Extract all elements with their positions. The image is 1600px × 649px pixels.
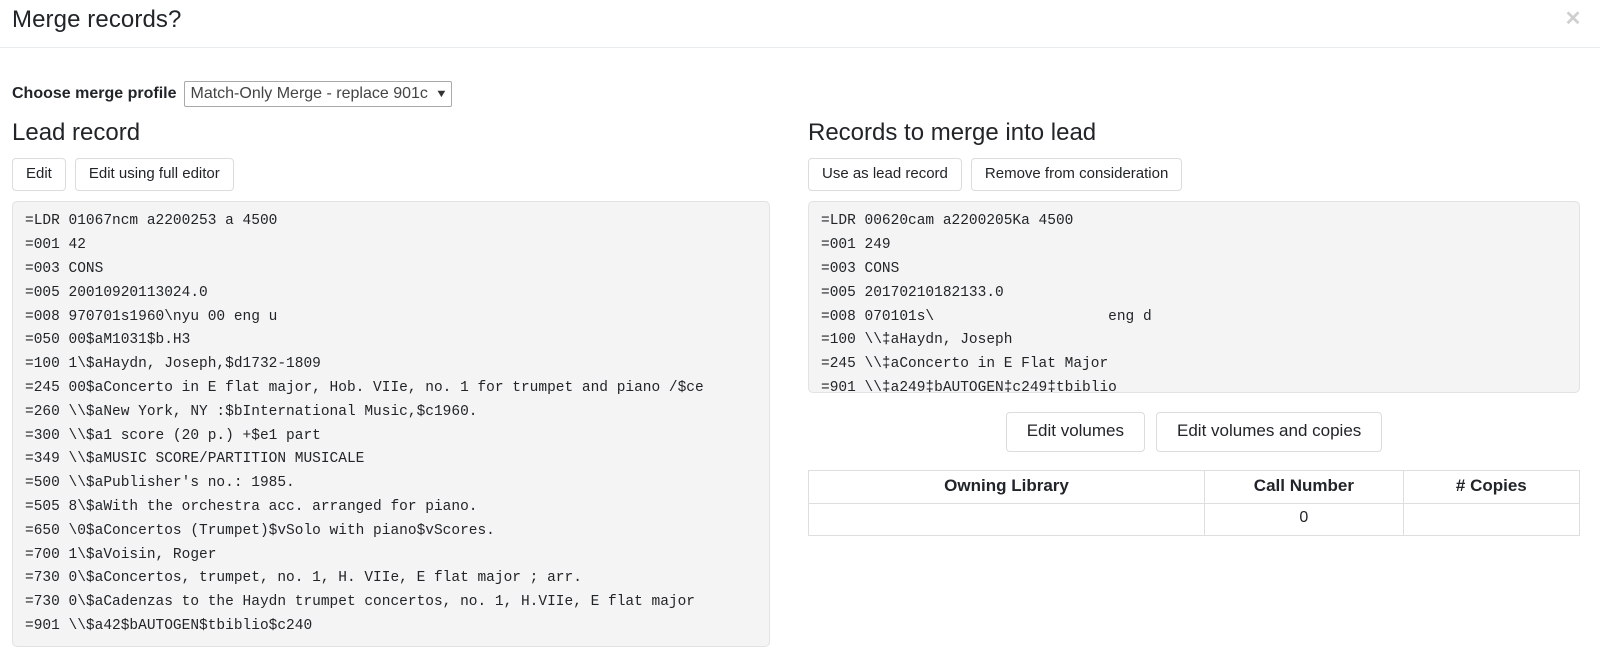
merge-marc-line: =LDR 00620cam a2200205Ka 4500	[821, 213, 1074, 230]
lead-marc-line: =245 00$aConcerto in E flat major, Hob. …	[25, 379, 704, 396]
lead-marc-line: =003 CONS	[25, 260, 104, 277]
merge-profile-select[interactable]: Match-Only Merge - replace 901c ▼	[184, 81, 452, 107]
merge-profile-selected-value: Match-Only Merge - replace 901c	[190, 84, 428, 102]
cell-owning-library	[807, 503, 1206, 536]
copies-table-header-row: Owning Library Call Number # Copies	[807, 469, 1581, 504]
lead-marc-line: =050 00$aM1031$b.H3	[25, 332, 191, 349]
lead-marc-line: =001 42	[25, 237, 86, 254]
edit-volumes-and-copies-button[interactable]: Edit volumes and copies	[1156, 412, 1383, 452]
column-header-call-number: Call Number	[1204, 469, 1404, 504]
lead-marc-line: =505 8\$aWith the orchestra acc. arrange…	[25, 498, 478, 515]
merge-records-button-row: Use as lead record Remove from considera…	[808, 158, 1580, 192]
column-header-copies: # Copies	[1402, 469, 1581, 504]
copies-table: Owning Library Call Number # Copies 0	[807, 469, 1581, 536]
merge-marc-line: =005 20170210182133.0	[821, 284, 1004, 301]
lead-record-column: Lead record Edit Edit using full editor …	[12, 119, 770, 648]
volume-button-row: Edit volumes Edit volumes and copies	[808, 412, 1580, 452]
lead-marc-line: =008 970701s1960\nyu 00 eng u	[25, 308, 278, 325]
lead-record-heading: Lead record	[12, 119, 141, 146]
close-icon[interactable]: ✕	[1560, 6, 1586, 32]
edit-button[interactable]: Edit	[12, 158, 66, 192]
merge-marc-line: =901 \\‡a249‡bAUTOGEN‡c249‡tbiblio	[821, 379, 1117, 394]
remove-from-consideration-button[interactable]: Remove from consideration	[970, 158, 1183, 192]
lead-record-marc-pane[interactable]: =LDR 01067ncm a2200253 a 4500 =001 42 =003…	[12, 201, 770, 648]
lead-marc-line: =700 1\$aVoisin, Roger	[25, 546, 217, 563]
merge-profile-label: Choose merge profile	[12, 85, 177, 102]
table-row: 0	[807, 503, 1581, 536]
edit-volumes-button[interactable]: Edit volumes	[1005, 412, 1146, 452]
lead-marc-line: =300 \\$a1 score (20 p.) +$e1 part	[25, 427, 321, 444]
merge-records-heading: Records to merge into lead	[808, 119, 1097, 146]
lead-marc-line: =730 0\$aCadenzas to the Haydn trumpet c…	[25, 594, 696, 611]
lead-marc-line: =349 \\$aMUSIC SCORE/PARTITION MUSICALE	[25, 451, 365, 468]
edit-full-editor-button[interactable]: Edit using full editor	[74, 158, 234, 192]
merge-profile-row: Choose merge profile Match-Only Merge - …	[12, 81, 452, 107]
lead-marc-line: =500 \\$aPublisher's no.: 1985.	[25, 475, 295, 492]
lead-record-button-row: Edit Edit using full editor	[12, 158, 770, 192]
page-title: Merge records?	[12, 6, 182, 33]
merge-marc-line: =245 \\‡aConcerto in E Flat Major	[821, 356, 1109, 373]
merge-records-column: Records to merge into lead Use as lead r…	[807, 119, 1581, 536]
cell-copies	[1402, 503, 1581, 536]
lead-marc-line: =650 \0$aConcertos (Trumpet)$vSolo with …	[25, 522, 495, 539]
merge-marc-line: =100 \\‡aHaydn, Joseph	[821, 332, 1013, 349]
use-as-lead-record-button[interactable]: Use as lead record	[808, 158, 962, 192]
lead-marc-line: =LDR 01067ncm a2200253 a 4500	[25, 213, 278, 230]
column-header-owning-library: Owning Library	[807, 469, 1206, 504]
merge-marc-line: =008 070101s\ eng d	[821, 308, 1152, 325]
merge-marc-line: =003 CONS	[821, 260, 900, 277]
merge-record-marc-pane[interactable]: =LDR 00620cam a2200205Ka 4500 =001 249 =00…	[808, 201, 1580, 394]
lead-marc-line: =730 0\$aConcertos, trumpet, no. 1, H. V…	[25, 570, 582, 587]
lead-marc-line: =005 20010920113024.0	[25, 284, 208, 301]
lead-marc-line: =260 \\$aNew York, NY :$bInternational M…	[25, 403, 478, 420]
lead-marc-line: =901 \\$a42$bAUTOGEN$tbiblio$c240	[25, 617, 313, 634]
merge-marc-line: =001 249	[821, 237, 891, 254]
modal-header: Merge records? ✕	[0, 0, 1600, 48]
chevron-down-icon: ▼	[434, 87, 448, 100]
cell-call-number: 0	[1204, 503, 1404, 536]
lead-marc-line: =100 1\$aHaydn, Joseph,$d1732-1809	[25, 356, 321, 373]
